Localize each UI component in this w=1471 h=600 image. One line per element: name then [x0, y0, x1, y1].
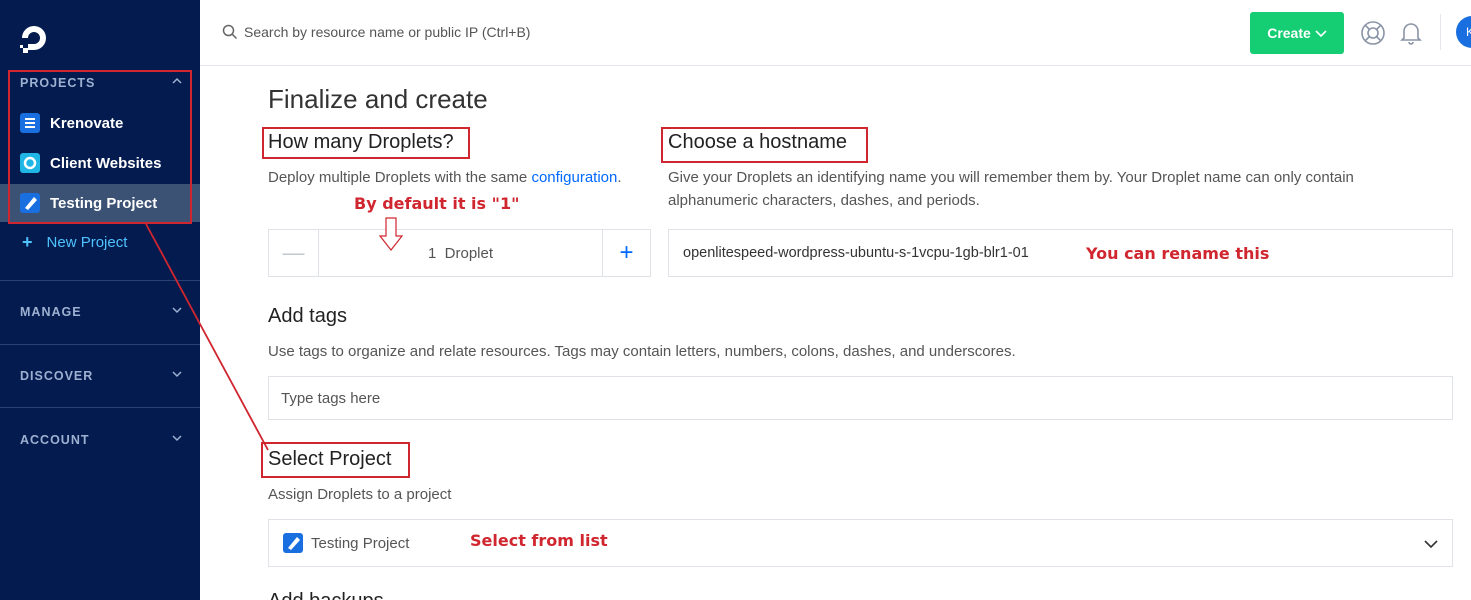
top-bar: Create K — [200, 0, 1471, 66]
increment-button[interactable]: + — [602, 230, 650, 276]
new-project-link[interactable]: + New Project — [22, 232, 127, 253]
droplets-desc-period: . — [617, 169, 622, 186]
page-title: Finalize and create — [268, 84, 488, 114]
annotation-box-hostname — [661, 127, 868, 163]
annotation-select-note: Select from list — [470, 531, 608, 550]
project-description: Assign Droplets to a project — [268, 486, 452, 503]
droplet-count-stepper: — 1 Droplet + — [268, 229, 651, 277]
hostname-value: openlitespeed-wordpress-ubuntu-s-1vcpu-1… — [683, 245, 1029, 261]
bell-icon[interactable] — [1399, 20, 1423, 46]
plus-icon: + — [22, 232, 33, 252]
chevron-down-icon[interactable] — [172, 369, 182, 379]
divider — [0, 344, 200, 345]
chevron-down-icon — [1424, 540, 1438, 549]
annotation-rename-note: You can rename this — [1086, 244, 1270, 263]
droplet-count: 1 — [427, 244, 437, 262]
search-input[interactable] — [244, 20, 744, 44]
hostname-field[interactable]: openlitespeed-wordpress-ubuntu-s-1vcpu-1… — [668, 229, 1453, 277]
selected-project-label: Testing Project — [311, 534, 410, 552]
tags-description: Use tags to organize and relate resource… — [268, 343, 1016, 360]
annotation-default-note: By default it is "1" — [354, 194, 520, 213]
manage-section-label[interactable]: MANAGE — [20, 305, 82, 319]
chevron-down-icon[interactable] — [172, 305, 182, 315]
droplet-unit: Droplet — [444, 244, 494, 262]
annotation-box-projects — [8, 70, 192, 224]
account-section-label[interactable]: ACCOUNT — [20, 433, 90, 447]
droplets-desc-text: Deploy multiple Droplets with the same — [268, 169, 532, 186]
tags-heading: Add tags — [268, 305, 347, 327]
backups-heading: Add backups — [268, 590, 384, 600]
new-project-label: New Project — [46, 234, 128, 251]
divider — [0, 280, 200, 281]
divider — [1440, 14, 1441, 50]
chevron-down-icon[interactable] — [172, 433, 182, 443]
create-button[interactable]: Create — [1250, 12, 1344, 54]
droplet-count-value[interactable]: 1 Droplet — [319, 230, 602, 276]
digitalocean-logo-icon[interactable] — [18, 22, 50, 54]
help-lifebuoy-icon[interactable] — [1360, 20, 1386, 46]
annotation-box-project — [261, 442, 410, 478]
project-select[interactable]: Testing Project — [268, 519, 1453, 567]
discover-section-label[interactable]: DISCOVER — [20, 369, 93, 383]
hostname-description: Give your Droplets an identifying name y… — [668, 169, 1354, 209]
search-icon — [222, 24, 238, 40]
divider — [0, 407, 200, 408]
configuration-link[interactable]: configuration — [531, 169, 617, 186]
annotation-box-droplets — [262, 127, 470, 159]
decrement-button[interactable]: — — [269, 230, 319, 276]
project-pencil-icon — [283, 533, 303, 553]
chevron-down-icon — [1315, 30, 1327, 38]
avatar[interactable]: K — [1456, 16, 1471, 48]
create-button-label: Create — [1267, 25, 1311, 41]
droplets-description: Deploy multiple Droplets with the same c… — [268, 166, 622, 189]
tags-input[interactable] — [268, 376, 1453, 420]
annotation-arrows — [145, 217, 404, 451]
